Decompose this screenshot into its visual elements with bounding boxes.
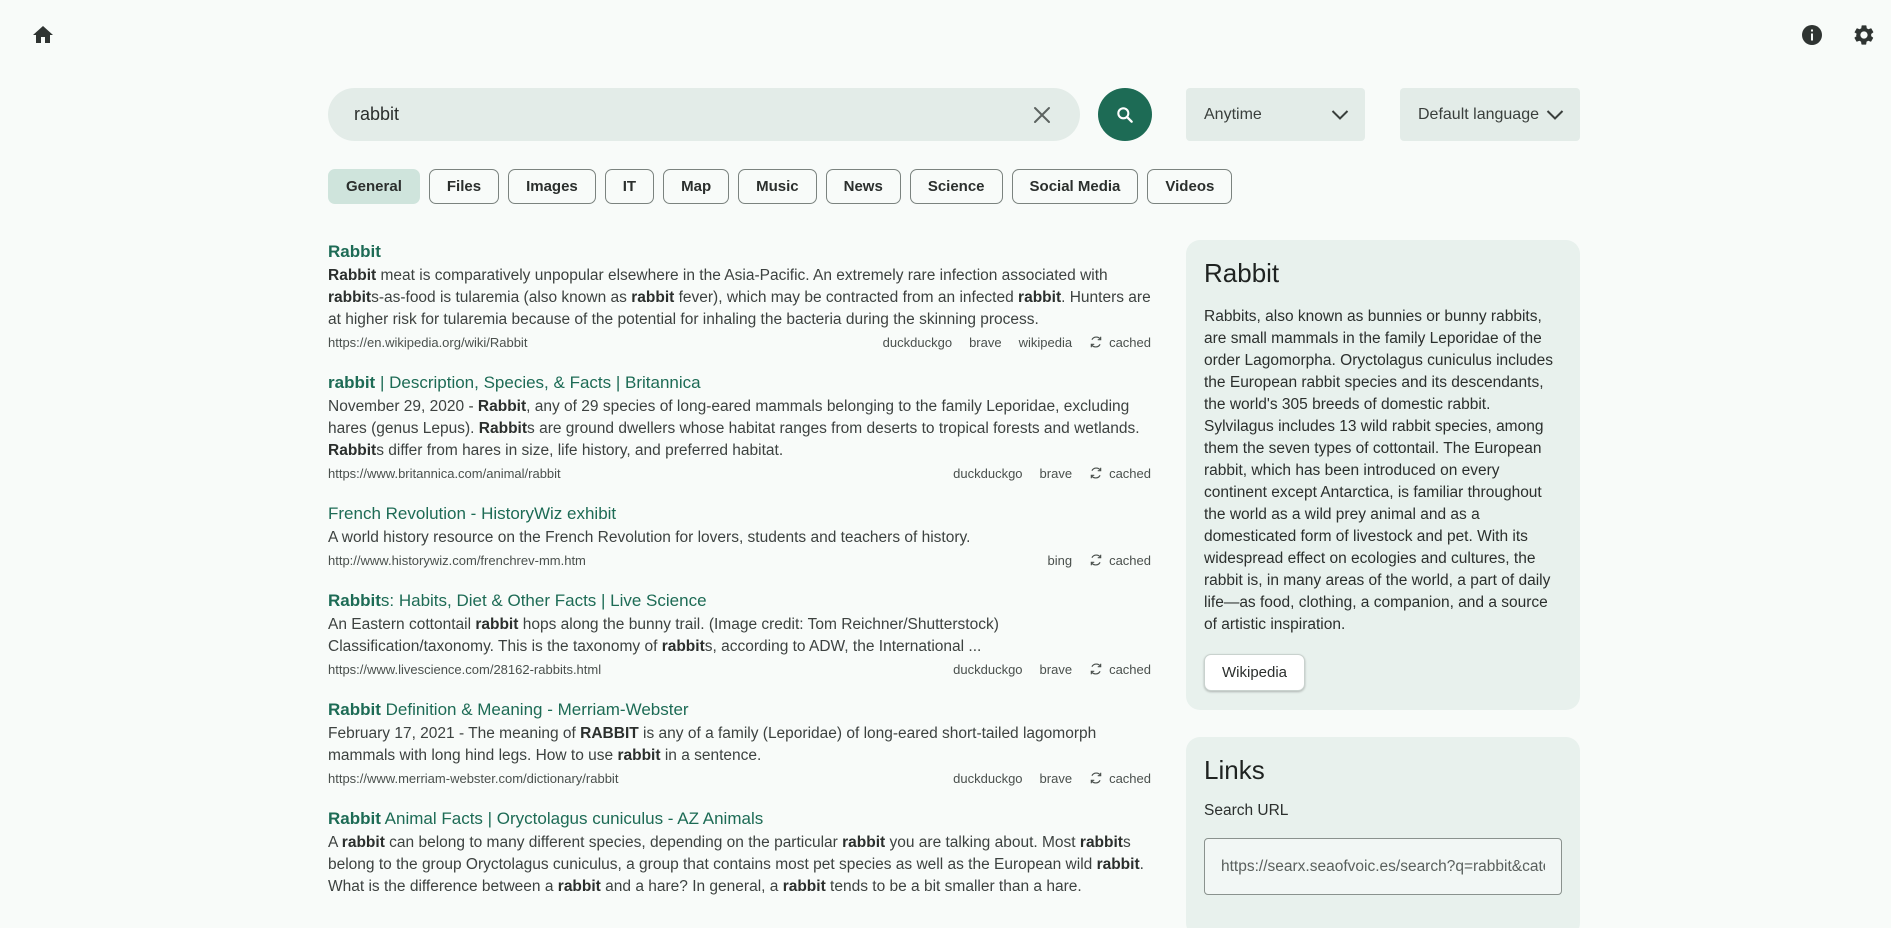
tab-map[interactable]: Map (663, 169, 730, 204)
cached-label: cached (1109, 552, 1151, 568)
engine-label: brave (1039, 661, 1073, 677)
result-engines: duckduckgo brave cached (953, 466, 1151, 481)
result-snippet: A rabbit can belong to many different sp… (328, 834, 1144, 895)
links-title: Links (1204, 755, 1265, 785)
tab-news[interactable]: News (825, 169, 901, 204)
refresh-icon (1090, 336, 1102, 348)
result-item: Rabbit Definition & Meaning - Merriam-We… (328, 698, 1151, 787)
search-icon (1117, 106, 1133, 123)
search-button[interactable] (1098, 88, 1152, 141)
infobox-title: Rabbit (1204, 258, 1280, 288)
infobox-description: Rabbits, also known as bunnies or bunny … (1204, 308, 1553, 633)
chevron-down-icon (1331, 109, 1349, 120)
result-title-link[interactable]: Rabbit (328, 240, 1151, 264)
search-url-field (1204, 838, 1562, 895)
tab-music[interactable]: Music (738, 169, 817, 204)
results-list: Rabbit Rabbit meat is comparatively unpop… (328, 240, 1151, 918)
result-meta: https://www.britannica.com/animal/rabbit… (328, 464, 1151, 482)
cached-link[interactable]: cached (1089, 662, 1151, 677)
result-item: Rabbits: Habits, Diet & Other Facts | Li… (328, 589, 1151, 678)
result-title-link[interactable]: Rabbits: Habits, Diet & Other Facts | Li… (328, 589, 1151, 613)
result-url: http://www.historywiz.com/frenchrev-mm.h… (328, 552, 586, 568)
tab-science[interactable]: Science (909, 169, 1003, 204)
result-url: https://www.britannica.com/animal/rabbit (328, 465, 561, 481)
engine-label: duckduckgo (882, 334, 953, 350)
cached-link[interactable]: cached (1089, 335, 1151, 350)
result-meta: https://www.merriam-webster.com/dictiona… (328, 769, 1151, 787)
result-item: rabbit | Description, Species, & Facts |… (328, 371, 1151, 482)
engine-label: bing (1047, 552, 1073, 568)
result-title-link[interactable]: rabbit | Description, Species, & Facts |… (328, 371, 1151, 395)
gear-icon[interactable] (1849, 20, 1879, 50)
engine-label: duckduckgo (953, 770, 1023, 786)
cached-label: cached (1109, 334, 1151, 350)
tab-files[interactable]: Files (428, 169, 500, 204)
language-value: Default language (1418, 105, 1539, 123)
result-meta: https://www.livescience.com/28162-rabbit… (328, 660, 1151, 678)
result-snippet: An Eastern cottontail rabbit hops along … (328, 616, 999, 655)
refresh-icon (1090, 554, 1102, 566)
cached-label: cached (1109, 661, 1151, 677)
category-tabs: General Files Images IT Map Music News Science S… (328, 169, 1233, 204)
tab-videos[interactable]: Videos (1147, 169, 1233, 204)
engine-label: wikipedia (1018, 334, 1073, 350)
result-item: Rabbit Animal Facts | Oryctolagus cunicu… (328, 807, 1151, 898)
cached-link[interactable]: cached (1089, 771, 1151, 786)
search-url-input[interactable] (1221, 857, 1545, 876)
result-meta: http://www.historywiz.com/frenchrev-mm.h… (328, 551, 1151, 569)
engine-label: brave (1039, 465, 1073, 481)
result-engines: duckduckgo brave cached (953, 662, 1151, 677)
cached-link[interactable]: cached (1089, 553, 1151, 568)
result-engines: bing cached (1048, 553, 1152, 568)
tab-general[interactable]: General (328, 169, 420, 204)
engine-label: duckduckgo (953, 661, 1023, 677)
home-icon[interactable] (28, 20, 58, 50)
tab-images[interactable]: Images (508, 169, 596, 204)
links-box: Links Search URL (1186, 737, 1580, 928)
engine-label: brave (1039, 770, 1073, 786)
language-select[interactable]: Default language (1400, 88, 1580, 141)
result-engines: duckduckgo brave wikipedia cached (883, 335, 1151, 350)
refresh-icon (1090, 467, 1102, 479)
result-snippet: A world history resource on the French R… (328, 529, 971, 546)
info-icon[interactable] (1797, 20, 1827, 50)
infobox: Rabbit Rabbits, also known as bunnies or… (1186, 240, 1580, 710)
refresh-icon (1090, 772, 1102, 784)
tab-social-media[interactable]: Social Media (1011, 169, 1139, 204)
cached-label: cached (1109, 465, 1151, 481)
wikipedia-button[interactable]: Wikipedia (1204, 654, 1306, 691)
search-input[interactable] (354, 104, 1030, 125)
result-snippet: November 29, 2020 - Rabbit, any of 29 sp… (328, 398, 1140, 459)
engine-label: duckduckgo (953, 465, 1023, 481)
result-item: Rabbit Rabbit meat is comparatively unpop… (328, 240, 1151, 351)
result-url: https://en.wikipedia.org/wiki/Rabbit (328, 334, 528, 350)
result-item: French Revolution - HistoryWiz exhibit A … (328, 502, 1151, 569)
result-meta: https://en.wikipedia.org/wiki/Rabbit duck… (328, 333, 1151, 351)
result-url: https://www.livescience.com/28162-rabbit… (328, 661, 602, 677)
result-title-link[interactable]: Rabbit Definition & Meaning - Merriam-We… (328, 698, 1151, 722)
engine-label: brave (969, 334, 1002, 350)
tab-it[interactable]: IT (604, 169, 655, 204)
result-engines: duckduckgo brave cached (953, 771, 1151, 786)
result-snippet: Rabbit meat is comparatively unpopular e… (328, 267, 1151, 328)
refresh-icon (1090, 663, 1102, 675)
search-box (328, 88, 1080, 141)
result-title-link[interactable]: French Revolution - HistoryWiz exhibit (328, 502, 1151, 526)
result-title-link[interactable]: Rabbit Animal Facts | Oryctolagus cunicu… (328, 807, 1151, 831)
search-url-label: Search URL (1204, 802, 1289, 819)
result-snippet: February 17, 2021 - The meaning of RABBI… (328, 725, 1097, 764)
close-icon[interactable] (1030, 103, 1054, 127)
chevron-down-icon (1546, 109, 1564, 120)
time-range-select[interactable]: Anytime (1186, 88, 1365, 141)
cached-link[interactable]: cached (1089, 466, 1151, 481)
time-range-value: Anytime (1204, 105, 1262, 123)
cached-label: cached (1109, 770, 1151, 786)
result-url: https://www.merriam-webster.com/dictiona… (328, 770, 619, 786)
